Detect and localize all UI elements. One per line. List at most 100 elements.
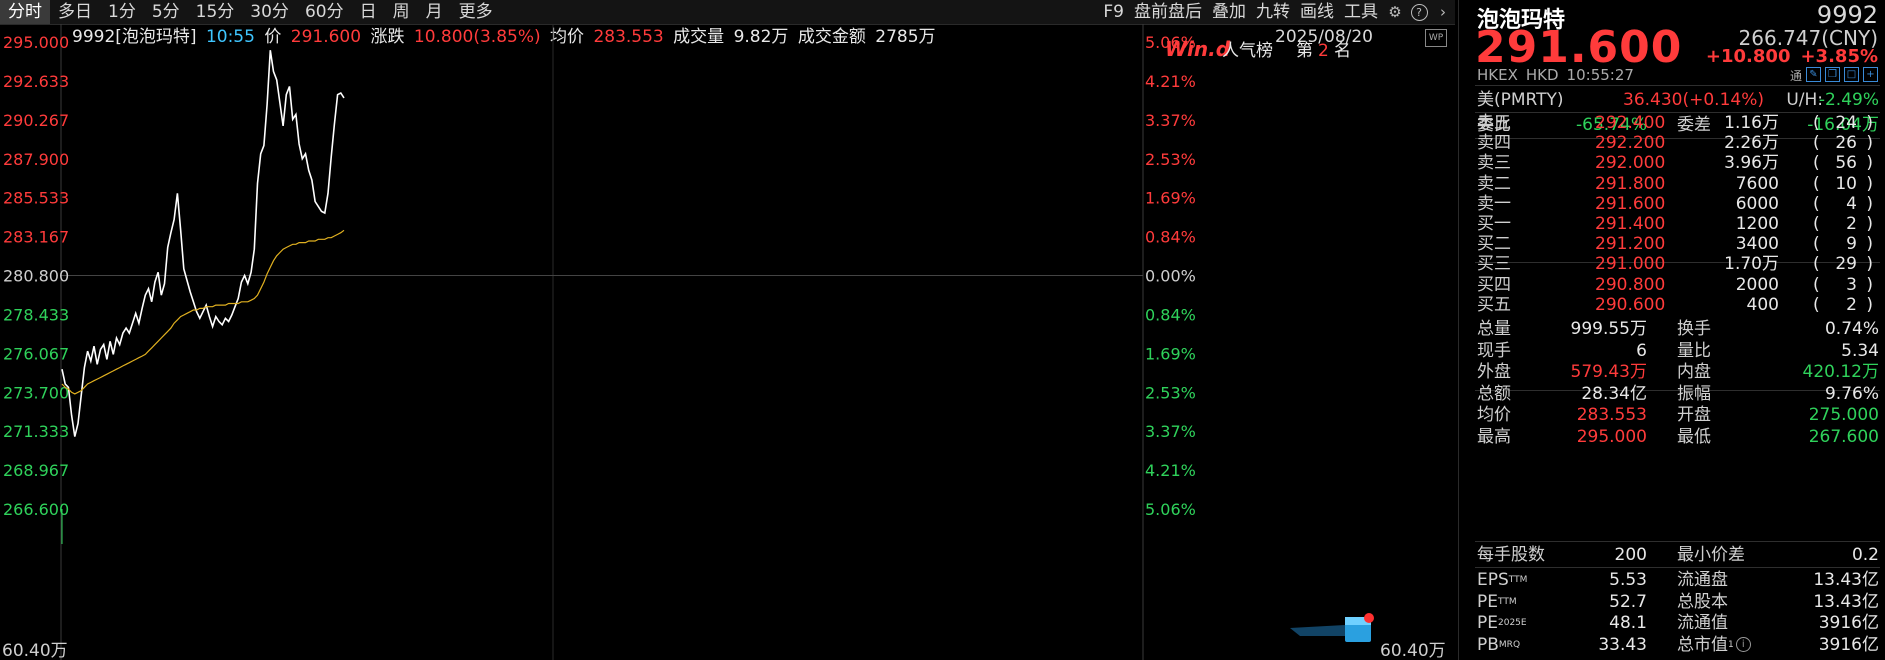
copy-icon[interactable]: ❐	[1825, 67, 1840, 82]
y-tick-right: 0.00%	[1145, 267, 1196, 286]
level-price: 290.600	[1595, 294, 1666, 315]
tool-buttons: F9 盘前盘后 叠加 九转 画线 工具	[1098, 0, 1383, 24]
tab-1[interactable]: 多日	[50, 0, 100, 24]
bids-row[interactable]: 买四 290.800 2000 (3)	[1477, 275, 1879, 295]
metric-basis: TTM	[1508, 575, 1528, 585]
bids-row[interactable]: 买三 291.000 1.70万 (29)	[1477, 254, 1879, 274]
metric-basis: 2025E	[1498, 618, 1527, 628]
bids-row[interactable]: 买五 290.600 400 (2)	[1477, 295, 1879, 315]
stat-label: 均价	[1477, 405, 1511, 425]
level-volume: 7600	[1735, 173, 1779, 194]
level-label: 卖三	[1477, 153, 1511, 174]
level-volume: 400	[1746, 294, 1779, 315]
edit-icon[interactable]: ✎	[1806, 67, 1821, 82]
stat-label: 最低	[1677, 426, 1711, 447]
y-axis-left: 295.000 292.633 290.267 287.900 285.533 283.1…	[3, 33, 69, 519]
tab-6[interactable]: 60分	[297, 0, 352, 24]
wind-logo: Win.d	[1165, 37, 1231, 61]
intraday-chart[interactable]: 295.000 292.633 290.267 287.900 285.533 283.1…	[0, 24, 1455, 660]
stat-label: 换手	[1677, 319, 1711, 339]
bids-row[interactable]: 买一 291.400 1200 (2)	[1477, 214, 1879, 234]
tab-7[interactable]: 日	[352, 0, 385, 24]
tab-5[interactable]: 30分	[242, 0, 297, 24]
level-label: 卖一	[1477, 193, 1511, 214]
tool-1[interactable]: 盘前盘后	[1129, 0, 1207, 24]
adr-label: 美(PMRTY)	[1477, 90, 1564, 110]
currency: HKD	[1525, 66, 1559, 84]
asks-row[interactable]: 卖二 291.800 7600 (10)	[1477, 174, 1879, 194]
info-icon[interactable]: i	[1735, 637, 1751, 652]
popularity-label: 人气榜	[1222, 41, 1273, 61]
change-percent: +3.85%	[1800, 46, 1878, 67]
order-count: 2	[1846, 214, 1857, 234]
valuation-label: 总市值1 i	[1677, 635, 1751, 656]
level-label: 买三	[1477, 254, 1511, 275]
level-price: 291.000	[1595, 254, 1666, 275]
help-icon[interactable]: ?	[1407, 0, 1431, 24]
metric-name: PE	[1477, 613, 1498, 633]
tab-0[interactable]: 分时	[0, 0, 50, 24]
valuation-value: 48.1	[1609, 613, 1647, 633]
order-count: 10	[1835, 173, 1857, 194]
level-label: 卖五	[1477, 113, 1511, 133]
stat-row: 最高 295.000 最低 267.600	[1477, 427, 1879, 448]
tab-9[interactable]: 月	[418, 0, 451, 24]
tool-4[interactable]: 画线	[1295, 0, 1339, 24]
floating-widget-icon[interactable]	[1290, 613, 1374, 642]
stat-value: 275.000	[1808, 405, 1879, 425]
paren-open: (	[1813, 113, 1820, 133]
divider	[1475, 85, 1880, 86]
tab-2[interactable]: 1分	[100, 0, 144, 24]
y-tick-left: 290.267	[3, 111, 69, 130]
tick-size-label: 最小价差	[1677, 545, 1745, 565]
paren-close: )	[1866, 133, 1873, 154]
bids-row[interactable]: 买二 291.200 3400 (9)	[1477, 234, 1879, 254]
asks-row[interactable]: 卖四 292.200 2.26万 (26)	[1477, 133, 1879, 153]
chevron-right-icon[interactable]: ›	[1431, 0, 1455, 24]
tool-2[interactable]: 叠加	[1207, 0, 1251, 24]
level-label: 卖二	[1477, 173, 1511, 194]
tab-3[interactable]: 5分	[144, 0, 188, 24]
gear-icon[interactable]: ⚙	[1383, 0, 1407, 24]
rank-prefix: 第	[1296, 41, 1313, 61]
period-tabs: 分时 多日 1分 5分 15分 30分 60分日周月更多	[0, 0, 501, 24]
level-volume: 1.70万	[1724, 254, 1779, 275]
paren-close: )	[1866, 193, 1873, 214]
y-tick-left: 271.333	[3, 422, 69, 441]
stock-code: 9992	[1816, 1, 1878, 29]
asks-row[interactable]: 卖三 292.000 3.96万 (56)	[1477, 153, 1879, 173]
tab-10[interactable]: 更多	[451, 0, 501, 24]
tab-4[interactable]: 15分	[188, 0, 243, 24]
y-tick-left: 278.433	[3, 305, 69, 324]
add-icon[interactable]: +	[1863, 67, 1878, 82]
asks-row[interactable]: 卖五 292.400 1.16万 (24)	[1477, 113, 1879, 133]
y-tick-right: 3.37%	[1145, 111, 1196, 130]
paren-open: (	[1813, 153, 1820, 174]
metric-name: 流通值	[1677, 613, 1728, 633]
tool-5[interactable]: 工具	[1339, 0, 1383, 24]
window-icon[interactable]: □	[1844, 67, 1859, 82]
level-volume: 2000	[1735, 274, 1779, 295]
level-label: 买二	[1477, 234, 1511, 255]
period-toolbar: 分时 多日 1分 5分 15分 30分 60分日周月更多 F9 盘前盘后 叠加 九转 画线 工具 ⚙ …	[0, 0, 1455, 25]
level-volume: 1.16万	[1724, 113, 1779, 133]
change-amount: +10.800	[1705, 46, 1791, 67]
y-tick-right: 2.53%	[1145, 150, 1196, 169]
paren-open: (	[1813, 214, 1820, 234]
valuation-value: 3916亿	[1818, 634, 1879, 655]
paren-close: )	[1866, 173, 1873, 194]
metric-basis: MRQ	[1498, 639, 1521, 650]
level-volume: 1200	[1735, 214, 1779, 234]
tool-3[interactable]: 九转	[1251, 0, 1295, 24]
rank-number: 2	[1318, 41, 1329, 61]
y-tick-left: 273.700	[3, 383, 69, 402]
stat-value: 28.34亿	[1581, 383, 1647, 404]
quote-time: 10:55:27	[1566, 66, 1634, 84]
tool-0[interactable]: F9	[1098, 0, 1129, 24]
order-count: 9	[1846, 234, 1857, 255]
tong-label: 通	[1789, 69, 1802, 83]
tab-8[interactable]: 周	[385, 0, 418, 24]
level-price: 292.400	[1595, 113, 1666, 133]
y-tick-left: 276.067	[3, 344, 69, 363]
asks-row[interactable]: 卖一 291.600 6000 (4)	[1477, 194, 1879, 214]
